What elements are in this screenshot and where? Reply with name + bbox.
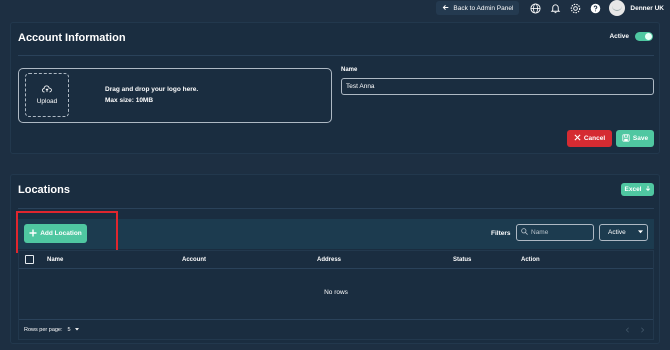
excel-export-button[interactable]: Excel [621,183,654,196]
name-filter-input[interactable]: Name [516,224,594,241]
table-footer: Rows per page: 5 [19,319,653,340]
arrow-left-icon [442,4,449,13]
bell-icon[interactable] [549,2,561,14]
save-label: Save [632,135,649,142]
cancel-button[interactable]: Cancel [567,130,612,147]
active-toggle-label: Active [609,33,629,40]
account-information-card: Account Information Active Upload Drag a… [10,22,660,154]
upload-label: Upload [36,98,58,105]
caret-down-icon [72,327,80,333]
rows-per-page-select[interactable]: 5 [68,327,80,333]
search-icon [521,228,528,237]
help-icon[interactable] [589,2,601,14]
add-location-button[interactable]: Add Location [24,224,87,243]
close-icon [574,134,581,143]
download-icon [645,185,651,194]
rows-per-page: Rows per page: 5 [24,327,80,333]
filters-label: Filters [491,230,511,237]
top-bar: Back to Admin Panel Denner UK [0,0,670,16]
empty-state-text: No rows [324,289,348,296]
column-header[interactable]: Status [453,257,471,263]
logo-dropzone[interactable]: Upload Drag and drop your logo here. Max… [18,68,332,123]
column-header[interactable]: Name [47,257,63,263]
locations-table: Name Account Address Status Action No ro… [18,250,654,340]
column-header[interactable]: Account [182,257,206,263]
user-name[interactable]: Denner UK [630,5,664,12]
select-all-checkbox[interactable] [25,255,34,264]
gear-icon[interactable] [569,2,581,14]
locations-card: Locations Excel Add Location Filters Nam… [10,174,660,344]
account-information-title: Account Information [18,32,126,44]
name-field-label: Name [341,67,358,73]
name-field[interactable] [341,78,654,95]
max-size-text: Max size: 10MB [105,97,154,104]
drop-text: Drag and drop your logo here. [105,86,199,93]
rows-per-page-label: Rows per page: [24,327,63,333]
active-toggle[interactable] [635,32,653,41]
active-toggle-group: Active [609,32,653,41]
name-filter-placeholder: Name [531,229,549,236]
divider [18,208,654,209]
locations-toolbar: Add Location Filters Name Active [16,211,654,253]
column-header[interactable]: Address [317,257,341,263]
cancel-label: Cancel [583,135,606,142]
pagination [625,327,645,335]
avatar[interactable] [609,0,626,16]
upload-button[interactable]: Upload [25,73,69,117]
table-header: Name Account Address Status Action [19,251,653,269]
caret-down-icon [638,229,643,236]
locations-title: Locations [18,184,70,196]
add-location-label: Add Location [40,230,82,237]
globe-icon[interactable] [529,2,541,14]
chevron-right-icon[interactable] [640,327,645,335]
dropzone-instructions: Drag and drop your logo here. Max size: … [105,84,198,106]
status-filter-select[interactable]: Active [599,224,648,241]
plus-icon [29,229,37,239]
excel-label: Excel [624,186,642,193]
rows-per-page-value: 5 [67,327,71,333]
column-header: Action [521,257,540,263]
back-to-admin-label: Back to Admin Panel [453,4,514,12]
back-to-admin-button[interactable]: Back to Admin Panel [436,1,520,15]
cloud-upload-icon [42,85,52,95]
status-filter-value: Active [608,229,626,236]
save-button[interactable]: Save [616,130,654,147]
divider [18,55,654,56]
chevron-left-icon[interactable] [625,327,630,335]
save-icon [622,133,630,144]
